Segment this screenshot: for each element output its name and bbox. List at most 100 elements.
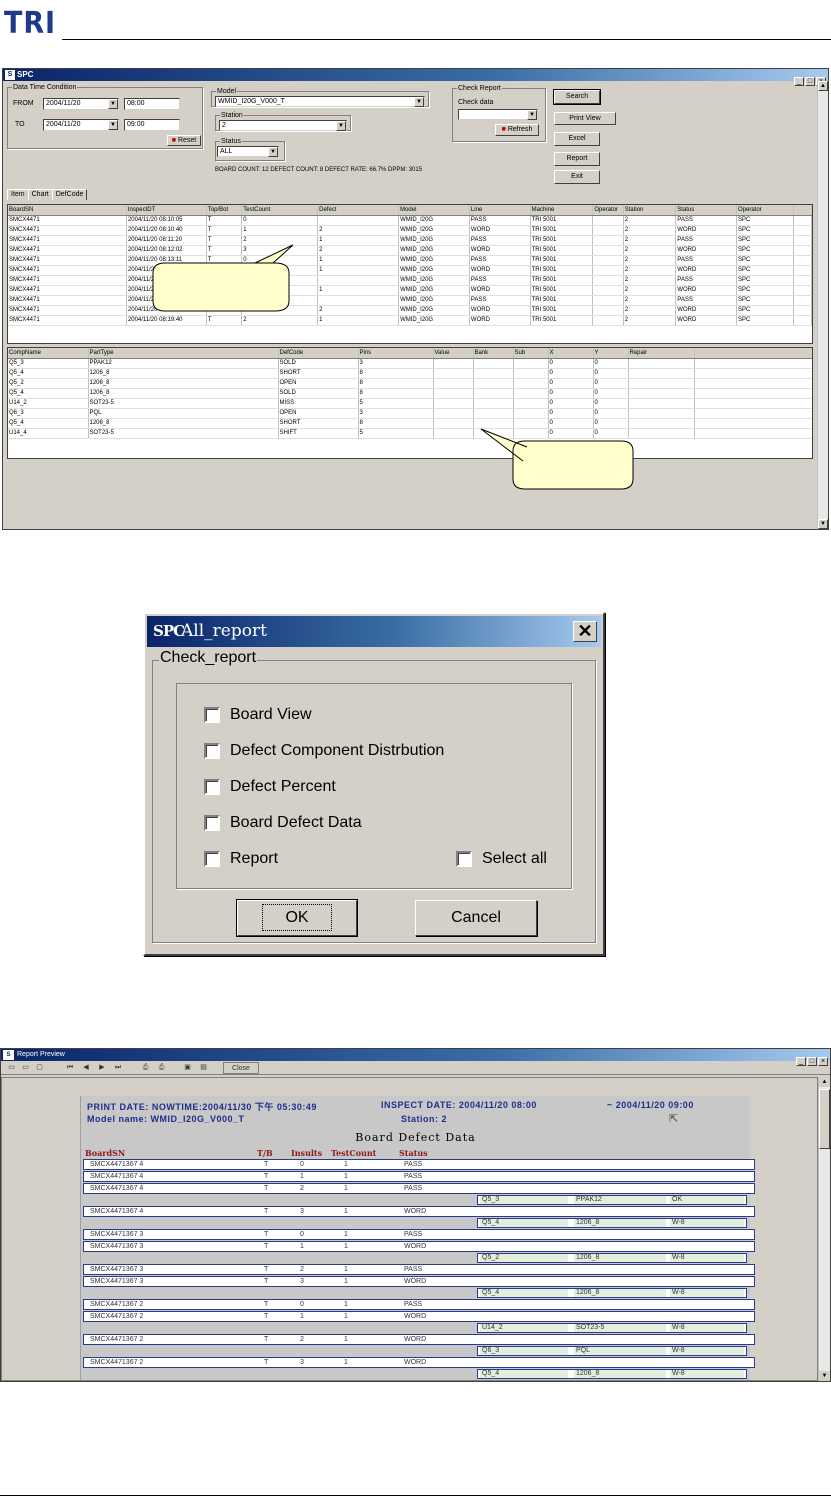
header-rule [62,39,831,40]
report-cell: 1 [344,1173,348,1180]
zoom-width-icon[interactable]: ▭ [19,1062,32,1074]
defect-cell: 1206_8 [574,1254,666,1262]
report-cell: SMCX4471367 4 [90,1185,144,1192]
report-cell: T [264,1208,269,1215]
callout-layer [152,244,634,490]
print-setup-icon[interactable]: ⎙ [139,1062,152,1074]
preview-title: Report Preview [17,1051,65,1058]
report-row: SMCX4471367 4 T 1 1 PASS [83,1171,755,1182]
defect-percent-checkbox[interactable]: Defect Percent [204,778,336,796]
report-cell: T [264,1313,269,1320]
scroll-down-icon[interactable]: ▼ [818,519,828,529]
last-page-icon[interactable]: ⏭ [113,1062,123,1074]
inspect-date-to: ~ 2004/11/20 09:00 [607,1100,694,1110]
report-cell: SMCX4471367 4 [90,1208,144,1215]
save-icon[interactable]: ▣ [181,1062,194,1074]
report-cell: SMCX4471367 4 [90,1173,144,1180]
defect-detail-row: Q5_3 PPAK12 OK [477,1195,747,1205]
preview-canvas[interactable]: PRINT DATE: NOWTIME:2004/11/30 下午 05:30:… [1,1077,818,1381]
report-cell: T [264,1173,269,1180]
report-cell: T [264,1243,269,1250]
dialog-title-bar: SPC All_report ✕ [147,616,601,647]
close-icon[interactable]: ✕ [573,621,597,642]
report-cell: SMCX4471367 3 [90,1231,144,1238]
defect-cell: W-8 [670,1254,744,1262]
zoom-100-icon[interactable]: ▢ [33,1062,46,1074]
select-all-checkbox[interactable]: Select all [456,850,547,868]
report-title: Board Defect Data [355,1131,476,1144]
report-cell: SMCX4471367 2 [90,1313,144,1320]
close-button[interactable]: Close [223,1062,259,1074]
first-page-icon[interactable]: ⏮ [65,1062,75,1074]
options-panel: Board View Defect Component Distrbution … [176,683,572,889]
scroll-down-icon[interactable]: ▼ [819,1371,830,1381]
report-cell: WORD [404,1359,427,1366]
defect-cell: Q5_2 [480,1254,568,1262]
defect-cell: Q5_4 [480,1219,568,1227]
defect-detail-row: Q6_3 PQL W-8 [477,1346,747,1356]
report-row: SMCX4471367 4 T 2 1 PASS [83,1183,755,1194]
report-row: SMCX4471367 2 T 2 1 WORD [83,1334,755,1345]
defect-cell: W-8 [670,1289,744,1297]
defect-detail-row: U14_4SOT23-5W-8 [477,1380,747,1381]
report-cell: WORD [404,1243,427,1250]
report-cell: PASS [404,1301,423,1308]
footer-rule [0,1495,831,1496]
report-cell: 1 [344,1359,348,1366]
defect-cell: 1206_8 [574,1289,666,1297]
report-cell: 1 [344,1208,348,1215]
defect-distribution-checkbox[interactable]: Defect Component Distrbution [204,742,444,760]
report-cell: T [264,1185,269,1192]
next-page-icon[interactable]: ▶ [97,1062,107,1074]
spc-scrollbar[interactable]: ▲ ▼ [817,81,828,529]
defect-cell: W-8 [670,1324,744,1332]
report-checkbox[interactable]: Report [204,850,278,868]
report-cell: PASS [404,1185,423,1192]
callout-bubble-1 [152,244,294,312]
report-cell: PASS [404,1161,423,1168]
report-cell: PASS [404,1231,423,1238]
board-defect-data-checkbox[interactable]: Board Defect Data [204,814,362,832]
defect-cell: Q5_4 [480,1370,568,1378]
report-cell: T [264,1359,269,1366]
report-cell: T [264,1278,269,1285]
col-boardsn: BoardSN [85,1148,126,1158]
preview-scrollbar[interactable]: ▲ ▼ [818,1077,830,1381]
report-cell: 1 [344,1278,348,1285]
report-cell: 2 [300,1336,304,1343]
callout-bubble-2 [480,428,634,490]
defect-cell: 1206_8 [574,1219,666,1227]
spc-app-icon: S [3,1050,14,1060]
defect-cell: Q5_3 [480,1196,568,1204]
spc-logo-icon: SPC [153,622,185,640]
report-cell: 0 [300,1231,304,1238]
defect-detail-row: Q5_4 1206_8 W-8 [477,1218,747,1228]
defect-cell: U14_2 [480,1324,568,1332]
report-cell: 2 [300,1185,304,1192]
defect-detail-row: Q5_4 1206_8 W-8 [477,1288,747,1298]
report-row: SMCX4471367 3 T 2 1 PASS [83,1264,755,1275]
defect-cell: OK [670,1196,744,1204]
report-row: SMCX4471367 4 T 0 1 PASS [83,1159,755,1170]
report-cell: 0 [300,1301,304,1308]
ok-button[interactable]: OK [236,899,358,937]
open-icon[interactable]: ▤ [197,1062,210,1074]
check-report-label: Check_report [159,649,258,667]
board-view-checkbox[interactable]: Board View [204,706,312,724]
report-cell: 3 [300,1359,304,1366]
scroll-up-icon[interactable]: ▲ [819,1077,830,1087]
prev-page-icon[interactable]: ◀ [81,1062,91,1074]
zoom-whole-icon[interactable]: ▭ [5,1062,18,1074]
report-row: SMCX4471367 2 T 3 1 WORD [83,1357,755,1368]
print-icon[interactable]: ⎙ [155,1062,168,1074]
report-cell: 1 [344,1185,348,1192]
scroll-up-icon[interactable]: ▲ [818,81,828,91]
cancel-button[interactable]: Cancel [415,900,537,936]
report-row: SMCX4471367 3 T 1 1 WORD [83,1241,755,1252]
col-tb: T/B [257,1148,273,1158]
report-cell: 2 [300,1266,304,1273]
report-cell: SMCX4471367 3 [90,1243,144,1250]
dialog-title: All_report [181,621,267,641]
scroll-thumb[interactable] [819,1089,830,1149]
report-cell: WORD [404,1208,427,1215]
